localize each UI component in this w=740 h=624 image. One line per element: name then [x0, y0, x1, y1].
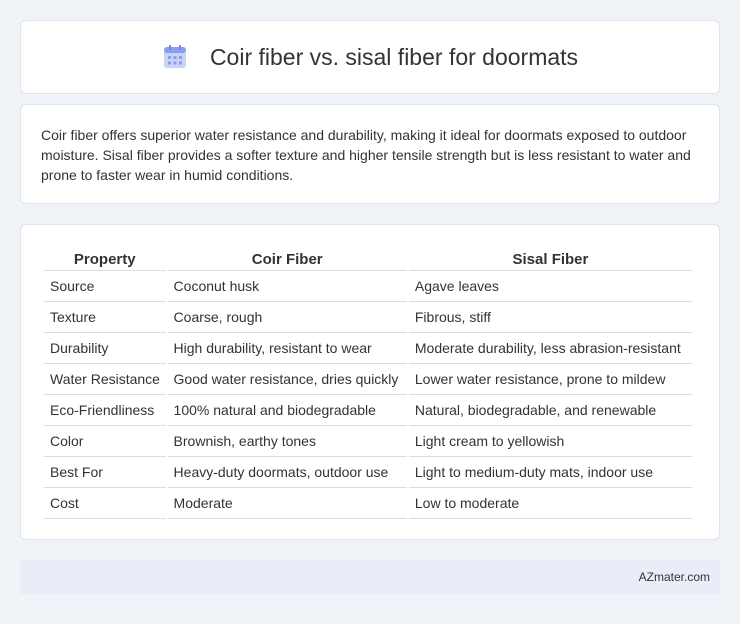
cell-coir: Heavy-duty doormats, outdoor use — [167, 457, 407, 488]
cell-property: Eco-Friendliness — [44, 395, 166, 426]
cell-property: Cost — [44, 488, 166, 519]
table-row: Texture Coarse, rough Fibrous, stiff — [44, 302, 692, 333]
header-property: Property — [44, 245, 166, 271]
table-row: Durability High durability, resistant to… — [44, 333, 692, 364]
comparison-table-card: Property Coir Fiber Sisal Fiber Source C… — [20, 224, 720, 540]
table-header-row: Property Coir Fiber Sisal Fiber — [44, 245, 692, 271]
summary-text: Coir fiber offers superior water resista… — [41, 127, 691, 183]
cell-sisal: Light to medium-duty mats, indoor use — [408, 457, 692, 488]
cell-sisal: Light cream to yellowish — [408, 426, 692, 457]
table-row: Eco-Friendliness 100% natural and biodeg… — [44, 395, 692, 426]
footer-site-link[interactable]: AZmater.com — [639, 570, 710, 584]
cell-coir: Coarse, rough — [167, 302, 407, 333]
header: Coir fiber vs. sisal fiber for doormats — [21, 21, 719, 93]
cell-coir: 100% natural and biodegradable — [167, 395, 407, 426]
cell-sisal: Fibrous, stiff — [408, 302, 692, 333]
page-title: Coir fiber vs. sisal fiber for doormats — [209, 43, 579, 70]
cell-property: Durability — [44, 333, 166, 364]
footer: AZmater.com — [20, 560, 720, 594]
cell-property: Source — [44, 271, 166, 302]
cell-sisal: Lower water resistance, prone to mildew — [408, 364, 692, 395]
cell-property: Color — [44, 426, 166, 457]
cell-coir: Moderate — [167, 488, 407, 519]
header-card: Coir fiber vs. sisal fiber for doormats — [20, 20, 720, 94]
table-row: Source Coconut husk Agave leaves — [44, 271, 692, 302]
calendar-grid-icon — [163, 45, 186, 68]
cell-property: Texture — [44, 302, 166, 333]
cell-coir: High durability, resistant to wear — [167, 333, 407, 364]
table-row: Water Resistance Good water resistance, … — [44, 364, 692, 395]
summary-card: Coir fiber offers superior water resista… — [20, 104, 720, 204]
cell-property: Water Resistance — [44, 364, 166, 395]
cell-coir: Good water resistance, dries quickly — [167, 364, 407, 395]
cell-sisal: Moderate durability, less abrasion-resis… — [408, 333, 692, 364]
cell-sisal: Natural, biodegradable, and renewable — [408, 395, 692, 426]
cell-property: Best For — [44, 457, 166, 488]
header-sisal-fiber: Sisal Fiber — [408, 245, 692, 271]
comparison-table: Property Coir Fiber Sisal Fiber Source C… — [42, 245, 694, 519]
table-row: Cost Moderate Low to moderate — [44, 488, 692, 519]
cell-coir: Brownish, earthy tones — [167, 426, 407, 457]
header-coir-fiber: Coir Fiber — [167, 245, 407, 271]
cell-sisal: Low to moderate — [408, 488, 692, 519]
cell-sisal: Agave leaves — [408, 271, 692, 302]
table-row: Color Brownish, earthy tones Light cream… — [44, 426, 692, 457]
cell-coir: Coconut husk — [167, 271, 407, 302]
table-row: Best For Heavy-duty doormats, outdoor us… — [44, 457, 692, 488]
